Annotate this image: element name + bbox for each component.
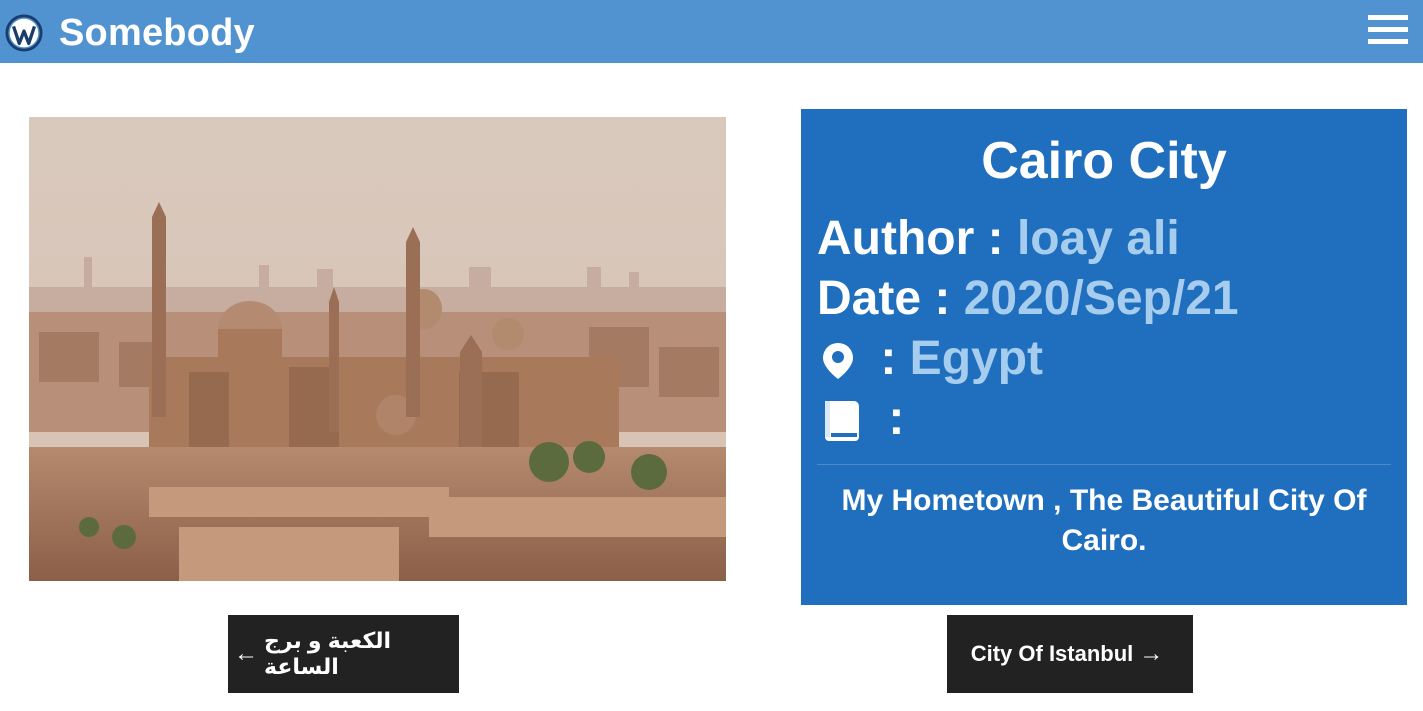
author-link[interactable]: loay ali xyxy=(1017,212,1180,265)
date-row: Date : 2020/Sep/21 xyxy=(817,271,1239,327)
post-title: Cairo City xyxy=(981,132,1227,190)
hamburger-menu-icon[interactable] xyxy=(1368,15,1408,45)
location-row: : Egypt xyxy=(817,331,1043,387)
map-pin-icon xyxy=(823,343,853,380)
author-label: Author : xyxy=(817,212,1004,265)
next-post-label: City Of Istanbul xyxy=(970,641,1134,666)
post-info-card: Cairo City Author : loay ali Date : 2020… xyxy=(801,109,1407,605)
category-separator: : xyxy=(888,392,905,445)
book-icon xyxy=(825,401,859,442)
author-row: Author : loay ali xyxy=(817,211,1180,267)
arrow-right-icon: → xyxy=(1139,640,1164,667)
next-post-button[interactable]: City Of Istanbul → xyxy=(947,615,1193,693)
previous-post-button[interactable]: ← الكعبة و برج الساعة xyxy=(228,615,459,693)
location-value[interactable]: Egypt xyxy=(910,332,1043,385)
post-description: My Hometown , The Beautiful City Of Cair… xyxy=(841,484,1367,557)
previous-post-label: الكعبة و برج الساعة xyxy=(264,628,392,679)
site-title[interactable]: Somebody xyxy=(59,10,255,56)
card-divider xyxy=(817,464,1391,465)
arrow-left-icon: ← xyxy=(234,640,258,667)
post-featured-image xyxy=(29,117,726,581)
date-value: 2020/Sep/21 xyxy=(963,272,1239,325)
location-separator: : xyxy=(880,332,897,385)
category-row: : xyxy=(817,391,904,447)
date-label: Date : xyxy=(817,272,951,325)
top-bar: Somebody xyxy=(0,0,1423,63)
wordpress-logo-icon[interactable] xyxy=(5,14,43,52)
